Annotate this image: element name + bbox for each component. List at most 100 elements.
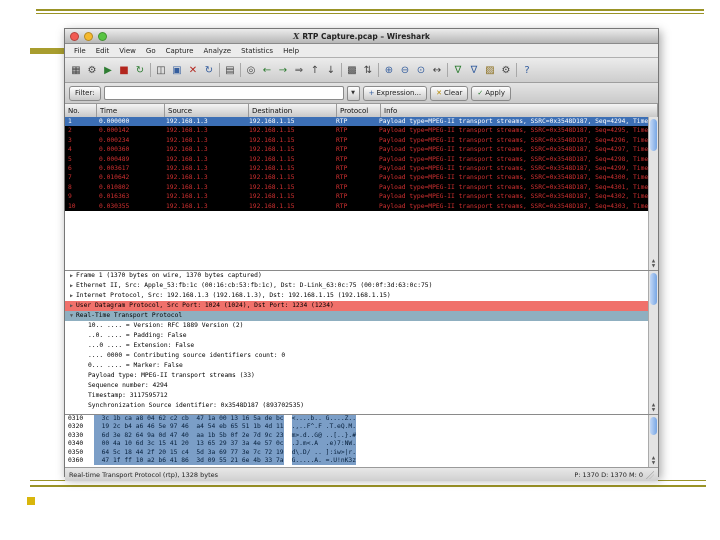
scroll-down-icon[interactable]: ▼ <box>652 408 655 413</box>
packet-row[interactable]: 6 0.003617 192.168.1.3 192.168.1.15 RTP Paylo… <box>65 163 649 174</box>
preferences-icon[interactable]: ⚙ <box>498 62 514 78</box>
detail-row[interactable]: ▶ User Datagram Protocol, Src Port: 1024 … <box>65 301 649 311</box>
resize-grip[interactable] <box>646 470 654 479</box>
hex-row[interactable]: 0360 47 1f ff 10 a2 b6 41 86 3d 09 55 21… <box>65 456 649 466</box>
packet-details-scrollbar[interactable]: ▲ ▼ <box>648 271 658 414</box>
resize-columns-icon[interactable]: ↔ <box>429 62 445 78</box>
zoom-out-icon[interactable]: ⊖ <box>397 62 413 78</box>
packet-row[interactable]: 9 0.016363 192.168.1.3 192.168.1.15 RTP Paylo… <box>65 192 649 202</box>
save-file-icon[interactable]: ▣ <box>169 62 185 78</box>
menu-view[interactable]: View <box>114 47 141 55</box>
detail-row[interactable]: 0... .... = Marker: False <box>65 361 649 371</box>
hex-row[interactable]: 0330 6d 3e 82 64 9a 0d 47 40 aa 1b 5b 0f… <box>65 431 649 441</box>
column-header-time[interactable]: Time <box>97 104 165 117</box>
hex-row[interactable]: 0340 00 4a 10 6d 3c 15 41 20 13 65 29 37… <box>65 440 649 449</box>
packet-row[interactable]: 1 0.000000 192.168.1.3 192.168.1.15 RTP Paylo… <box>65 117 649 127</box>
detail-row[interactable]: Timestamp: 3117595712 <box>65 391 649 401</box>
minimize-window-button[interactable] <box>84 31 93 41</box>
expander-right-icon[interactable]: ▶ <box>67 281 76 291</box>
go-back-icon[interactable]: ← <box>259 62 275 78</box>
go-bottom-icon[interactable]: ↓ <box>323 62 339 78</box>
menu-help[interactable]: Help <box>278 47 304 55</box>
capture-stop-icon[interactable]: ■ <box>116 62 132 78</box>
scrollbar-arrows[interactable]: ▲ ▼ <box>649 456 658 466</box>
capture-start-icon[interactable]: ▶ <box>100 62 116 78</box>
hex-row[interactable]: 0320 19 2c b4 a6 46 5e 97 46 a4 54 eb 65… <box>65 423 649 432</box>
expander-right-icon[interactable]: ▶ <box>67 291 76 301</box>
packet-row[interactable]: 7 0.010642 192.168.1.3 192.168.1.15 RTP Paylo… <box>65 173 649 183</box>
open-file-icon[interactable]: ◫ <box>153 62 169 78</box>
filter-dropdown-button[interactable]: ▼ <box>346 85 360 101</box>
packet-cell: Payload type=MPEG-II transport streams, … <box>379 183 649 191</box>
scrollbar-thumb[interactable] <box>650 273 657 305</box>
detail-row[interactable]: ▶ Ethernet II, Src: Apple_53:fb:1c (00:16… <box>65 281 649 291</box>
scrollbar-arrows[interactable]: ▲ ▼ <box>649 403 658 413</box>
expression-button[interactable]: + Expression... <box>362 85 428 101</box>
detail-row[interactable]: .... 0000 = Contributing source identifi… <box>65 351 649 361</box>
detail-row[interactable]: ▶ Internet Protocol, Src: 192.168.1.3 (19… <box>65 291 649 301</box>
scroll-down-icon[interactable]: ▼ <box>652 461 655 466</box>
clear-button[interactable]: ✕ Clear <box>430 85 469 101</box>
packet-row[interactable]: 4 0.000360 192.168.1.3 192.168.1.15 RTP Paylo… <box>65 145 649 155</box>
go-to-packet-icon[interactable]: ⇒ <box>291 62 307 78</box>
hex-row[interactable]: 0350 64 5c 18 44 2f 20 15 c4 5d 3a 69 77… <box>65 448 649 457</box>
go-forward-icon[interactable]: → <box>275 62 291 78</box>
detail-row[interactable]: ▼ Real-Time Transport Protocol <box>65 311 649 321</box>
capture-options-icon[interactable]: ⚙ <box>84 62 100 78</box>
go-top-icon[interactable]: ↑ <box>307 62 323 78</box>
print-icon[interactable]: ▤ <box>222 62 238 78</box>
menu-edit[interactable]: Edit <box>91 47 115 55</box>
detail-row[interactable]: ...0 .... = Extension: False <box>65 341 649 351</box>
display-filter-icon[interactable]: ∇ <box>466 62 482 78</box>
find-packet-icon[interactable]: ◎ <box>243 62 259 78</box>
packet-row[interactable]: 5 0.000489 192.168.1.3 192.168.1.15 RTP Paylo… <box>65 154 649 164</box>
expander-right-icon[interactable]: ▶ <box>67 271 76 281</box>
packet-list-scrollbar[interactable]: ▲ ▼ <box>648 117 658 270</box>
detail-row[interactable]: ▶ Frame 1 (1370 bytes on wire, 1370 bytes… <box>65 271 649 281</box>
column-header-info[interactable]: Info <box>381 104 658 117</box>
zoom-100-icon[interactable]: ⊙ <box>413 62 429 78</box>
zoom-window-button[interactable] <box>98 31 107 41</box>
coloring-rules-icon[interactable]: ▨ <box>482 62 498 78</box>
zoom-in-icon[interactable]: ⊕ <box>381 62 397 78</box>
close-window-button[interactable] <box>70 31 79 41</box>
scroll-down-icon[interactable]: ▼ <box>652 264 655 269</box>
menu-capture[interactable]: Capture <box>161 47 199 55</box>
packet-row[interactable]: 2 0.000142 192.168.1.3 192.168.1.15 RTP Paylo… <box>65 126 649 136</box>
reload-file-icon[interactable]: ↻ <box>201 62 217 78</box>
hex-row[interactable]: 0310 3c 1b ca a8 04 62 c2 cb 47 1a 00 13… <box>65 415 649 424</box>
menu-statistics[interactable]: Statistics <box>236 47 278 55</box>
packet-row[interactable]: 3 0.000234 192.168.1.3 192.168.1.15 RTP Paylo… <box>65 135 649 146</box>
detail-row[interactable]: ..0. .... = Padding: False <box>65 331 649 341</box>
column-header-no[interactable]: No. <box>65 104 97 117</box>
colorize-icon[interactable]: ▩ <box>344 62 360 78</box>
capture-restart-icon[interactable]: ↻ <box>132 62 148 78</box>
detail-row[interactable]: Synchronization Source identifier: 0x354… <box>65 401 649 411</box>
packet-row[interactable]: 8 0.010802 192.168.1.3 192.168.1.15 RTP Paylo… <box>65 182 649 193</box>
column-header-source[interactable]: Source <box>165 104 249 117</box>
close-file-icon[interactable]: ✕ <box>185 62 201 78</box>
expander-right-icon[interactable]: ▶ <box>67 301 76 311</box>
expander-down-icon[interactable]: ▼ <box>67 311 76 321</box>
window-titlebar[interactable]: X RTP Capture.pcap – Wireshark <box>65 29 658 44</box>
packet-bytes-scrollbar[interactable]: ▲ ▼ <box>648 415 658 467</box>
apply-button[interactable]: ✓ Apply <box>471 85 511 101</box>
detail-row[interactable]: Sequence number: 4294 <box>65 381 649 391</box>
column-header-protocol[interactable]: Protocol <box>337 104 381 117</box>
autoscroll-icon[interactable]: ⇅ <box>360 62 376 78</box>
scrollbar-arrows[interactable]: ▲ ▼ <box>649 259 658 269</box>
column-header-destination[interactable]: Destination <box>249 104 337 117</box>
menu-file[interactable]: File <box>69 47 91 55</box>
scrollbar-thumb[interactable] <box>650 119 657 151</box>
detail-row[interactable]: 10.. .... = Version: RFC 1889 Version (2… <box>65 321 649 331</box>
filter-input[interactable] <box>103 86 344 100</box>
scrollbar-thumb[interactable] <box>650 417 657 435</box>
capture-filter-icon[interactable]: ∇ <box>450 62 466 78</box>
menu-analyze[interactable]: Analyze <box>198 47 236 55</box>
detail-row[interactable]: Payload type: MPEG-II transport streams … <box>65 371 649 381</box>
help-icon[interactable]: ? <box>519 62 535 78</box>
menu-go[interactable]: Go <box>141 47 161 55</box>
filter-button[interactable]: Filter: <box>69 85 101 101</box>
list-interfaces-icon[interactable]: ▦ <box>68 62 84 78</box>
packet-row[interactable]: 10 0.030355 192.168.1.3 192.168.1.15 RTP Payl… <box>65 201 649 211</box>
